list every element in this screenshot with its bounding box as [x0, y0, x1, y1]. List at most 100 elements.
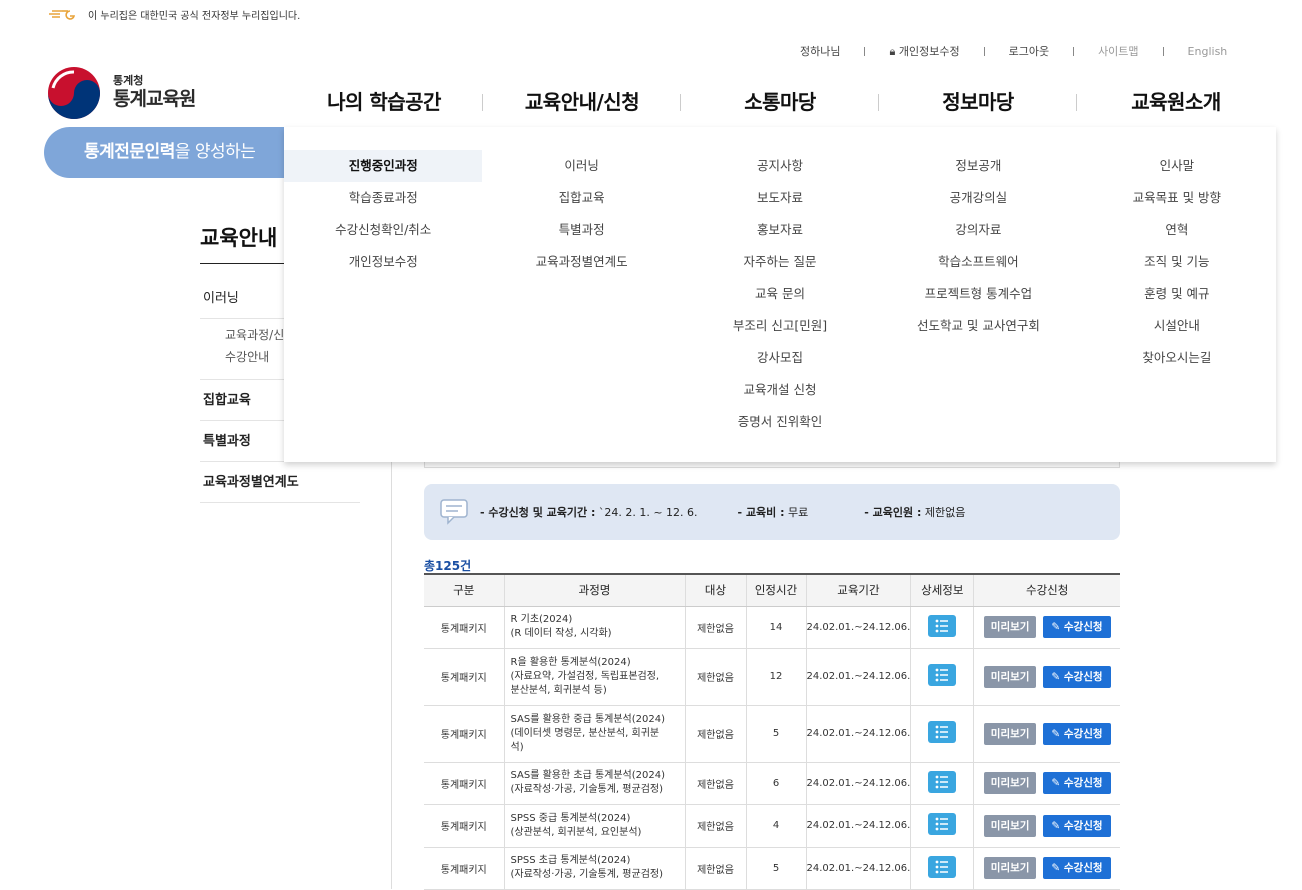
table-row: 통계패키지 R 기초(2024) (R 데이터 작성, 시각화) 제한없음 14 24.0… [424, 606, 1120, 649]
table-row: 통계패키지 SPSS 중급 통계분석(2024) (상관분석, 회귀분석, 요인분석… [424, 804, 1120, 848]
col-course-name: 과정명 [503, 573, 685, 607]
cell-period: 24.02.01.~24.12.06. [805, 804, 911, 848]
info-period-label: - 수강신청 및 교육기간 : [480, 506, 596, 519]
gnb-label: 교육안내/신청 [524, 90, 640, 114]
edit-icon: ✎ [1051, 727, 1061, 740]
mega-item[interactable]: 선도학교 및 교사연구회 [879, 310, 1077, 342]
apply-button[interactable]: ✎ 수강신청 [1043, 665, 1111, 688]
mega-menu: 진행중인과정 학습종료과정 수강신청확인/취소 개인정보수정 이러닝 집합교육 특별과정 교육… [284, 127, 1276, 462]
site-logo[interactable]: 통계청 통계교육원 [47, 66, 196, 120]
mega-item[interactable]: 부조리 신고[민원] [681, 310, 879, 342]
detail-list-icon[interactable] [928, 855, 957, 878]
mega-item[interactable]: 자주하는 질문 [681, 246, 879, 278]
detail-list-icon[interactable] [928, 770, 957, 793]
detail-list-icon[interactable] [928, 614, 957, 637]
sitemap-link[interactable]: 사이트맵 [1098, 43, 1138, 59]
cell-category: 통계패키지 [424, 847, 504, 890]
mega-item[interactable]: 프로젝트형 통계수업 [879, 278, 1077, 310]
cell-course-name[interactable]: SPSS 초급 통계분석(2024) (자료작성·가공, 기술통계, 평균검정) [503, 847, 685, 890]
cell-apply: 미리보기 ✎ 수강신청 [973, 762, 1120, 805]
hero-banner: 통계전문인력을 양성하는 [44, 127, 324, 178]
mega-item[interactable]: 공개강의실 [879, 182, 1077, 214]
mega-item[interactable]: 이러닝 [482, 150, 680, 182]
table-row: 통계패키지 SPSS 초급 통계분석(2024) (자료작성·가공, 기술통계, 평… [424, 847, 1120, 890]
apply-label: 수강신청 [1063, 862, 1103, 874]
apply-button[interactable]: ✎ 수강신청 [1043, 772, 1111, 794]
apply-button[interactable]: ✎ 수강신청 [1043, 722, 1111, 745]
cell-course-name[interactable]: R을 활용한 통계분석(2024) (자료요약, 가설검정, 독립표본검정, 분산분… [503, 648, 685, 706]
cell-course-name[interactable]: SAS를 활용한 초급 통계분석(2024) (자료작성·가공, 기술통계, 평균… [503, 762, 685, 805]
mega-item[interactable]: 특별과정 [482, 214, 680, 246]
cell-course-name[interactable]: SAS를 활용한 중급 통계분석(2024) (데이터셋 명령문, 분산분석, 회… [503, 705, 685, 763]
speech-bubble-icon [440, 499, 468, 525]
mega-item[interactable]: 교육 문의 [681, 278, 879, 310]
user-name-link[interactable]: 정하나님 [800, 43, 840, 59]
cell-hours: 4 [745, 804, 806, 848]
edit-profile-link[interactable]: 🔒︎ 개인정보수정 [889, 43, 959, 59]
english-link[interactable]: English [1188, 45, 1228, 58]
mega-item[interactable]: 강사모집 [681, 342, 879, 374]
gnb-education-info[interactable]: 교육안내/신청 [483, 86, 681, 128]
mega-item[interactable]: 시설안내 [1078, 310, 1276, 342]
preview-button[interactable]: 미리보기 [983, 814, 1037, 837]
mega-item[interactable]: 학습종료과정 [284, 182, 482, 214]
mega-item[interactable]: 조직 및 기능 [1078, 246, 1276, 278]
mega-item[interactable]: 훈령 및 예규 [1078, 278, 1276, 310]
logout-link[interactable]: 로그아웃 [1009, 43, 1049, 59]
mega-item[interactable]: 홍보자료 [681, 214, 879, 246]
divider [983, 46, 985, 56]
mega-item[interactable]: 수강신청확인/취소 [284, 214, 482, 246]
info-period: - 수강신청 및 교육기간 : `24. 2. 1. ~ 12. 6. [480, 504, 698, 520]
preview-button[interactable]: 미리보기 [983, 857, 1037, 879]
mega-item[interactable]: 교육개설 신청 [681, 374, 879, 406]
detail-list-icon[interactable] [928, 813, 957, 835]
mega-item[interactable]: 정보공개 [879, 150, 1077, 182]
apply-button[interactable]: ✎ 수강신청 [1043, 857, 1111, 879]
mega-item[interactable]: 인사말 [1078, 150, 1276, 182]
mega-item[interactable]: 교육목표 및 방향 [1078, 182, 1276, 214]
utility-nav: 정하나님 🔒︎ 개인정보수정 로그아웃 사이트맵 English [800, 42, 1227, 60]
table-header-row: 구분 과정명 대상 인정시간 교육기간 상세정보 수강신청 [424, 573, 1120, 607]
apply-button[interactable]: ✎ 수강신청 [1043, 616, 1111, 638]
apply-button[interactable]: ✎ 수강신청 [1043, 814, 1111, 837]
main-nav: 나의 학습공간 교육안내/신청 소통마당 정보마당 교육원소개 [285, 86, 1275, 129]
gnb-my-learning[interactable]: 나의 학습공간 [285, 86, 483, 129]
mega-item[interactable]: 보도자료 [681, 182, 879, 214]
mega-item[interactable]: 강의자료 [879, 214, 1077, 246]
mega-item[interactable]: 진행중인과정 [284, 150, 483, 182]
cell-category: 통계패키지 [424, 804, 504, 848]
course-name-line: (상관분석, 회귀분석, 요인분석) [510, 826, 642, 838]
mega-col-community: 공지사항 보도자료 홍보자료 자주하는 질문 교육 문의 부조리 신고[민원] 강사모집 교육… [681, 127, 879, 462]
mega-item[interactable]: 집합교육 [482, 182, 680, 214]
mega-item[interactable]: 공지사항 [681, 150, 879, 182]
mega-item[interactable]: 학습소프트웨어 [879, 246, 1077, 278]
gnb-label: 소통마당 [744, 90, 816, 114]
lnb-item-roadmap[interactable]: 교육과정별연계도 [200, 462, 360, 503]
logo-org: 통계청 [113, 74, 144, 87]
taegeuk-logo-icon [48, 67, 100, 119]
mega-item[interactable]: 찾아오시는길 [1078, 342, 1276, 374]
detail-list-icon[interactable] [928, 664, 957, 686]
mega-item[interactable]: 교육과정별연계도 [482, 246, 680, 278]
gov-banner-text: 이 누리집은 대한민국 공식 전자정부 누리집입니다. [88, 10, 301, 22]
gnb-about[interactable]: 교육원소개 [1077, 86, 1275, 128]
table-row: 통계패키지 R을 활용한 통계분석(2024) (자료요약, 가설검정, 독립표본검… [424, 648, 1120, 706]
mega-item[interactable]: 개인정보수정 [284, 246, 482, 278]
cell-course-name[interactable]: R 기초(2024) (R 데이터 작성, 시각화) [503, 606, 685, 649]
cell-category: 통계패키지 [424, 606, 504, 649]
gnb-information[interactable]: 정보마당 [879, 86, 1077, 128]
detail-list-icon[interactable] [928, 721, 957, 743]
preview-button[interactable]: 미리보기 [983, 616, 1037, 638]
cell-apply: 미리보기 ✎ 수강신청 [973, 804, 1120, 848]
cell-course-name[interactable]: SPSS 중급 통계분석(2024) (상관분석, 회귀분석, 요인분석) [503, 804, 685, 848]
gnb-community[interactable]: 소통마당 [681, 86, 879, 128]
apply-label: 수강신청 [1063, 819, 1103, 832]
mega-item[interactable]: 연혁 [1078, 214, 1276, 246]
course-name-line: SPSS 초급 통계분석(2024) [510, 855, 631, 866]
preview-button[interactable]: 미리보기 [983, 665, 1037, 688]
preview-button[interactable]: 미리보기 [983, 772, 1037, 794]
mega-item[interactable]: 증명서 진위확인 [681, 406, 879, 438]
preview-button[interactable]: 미리보기 [983, 722, 1037, 745]
course-table: 구분 과정명 대상 인정시간 교육기간 상세정보 수강신청 통계패키지 R 기초(… [424, 573, 1120, 890]
cell-target: 제한없음 [684, 648, 746, 706]
